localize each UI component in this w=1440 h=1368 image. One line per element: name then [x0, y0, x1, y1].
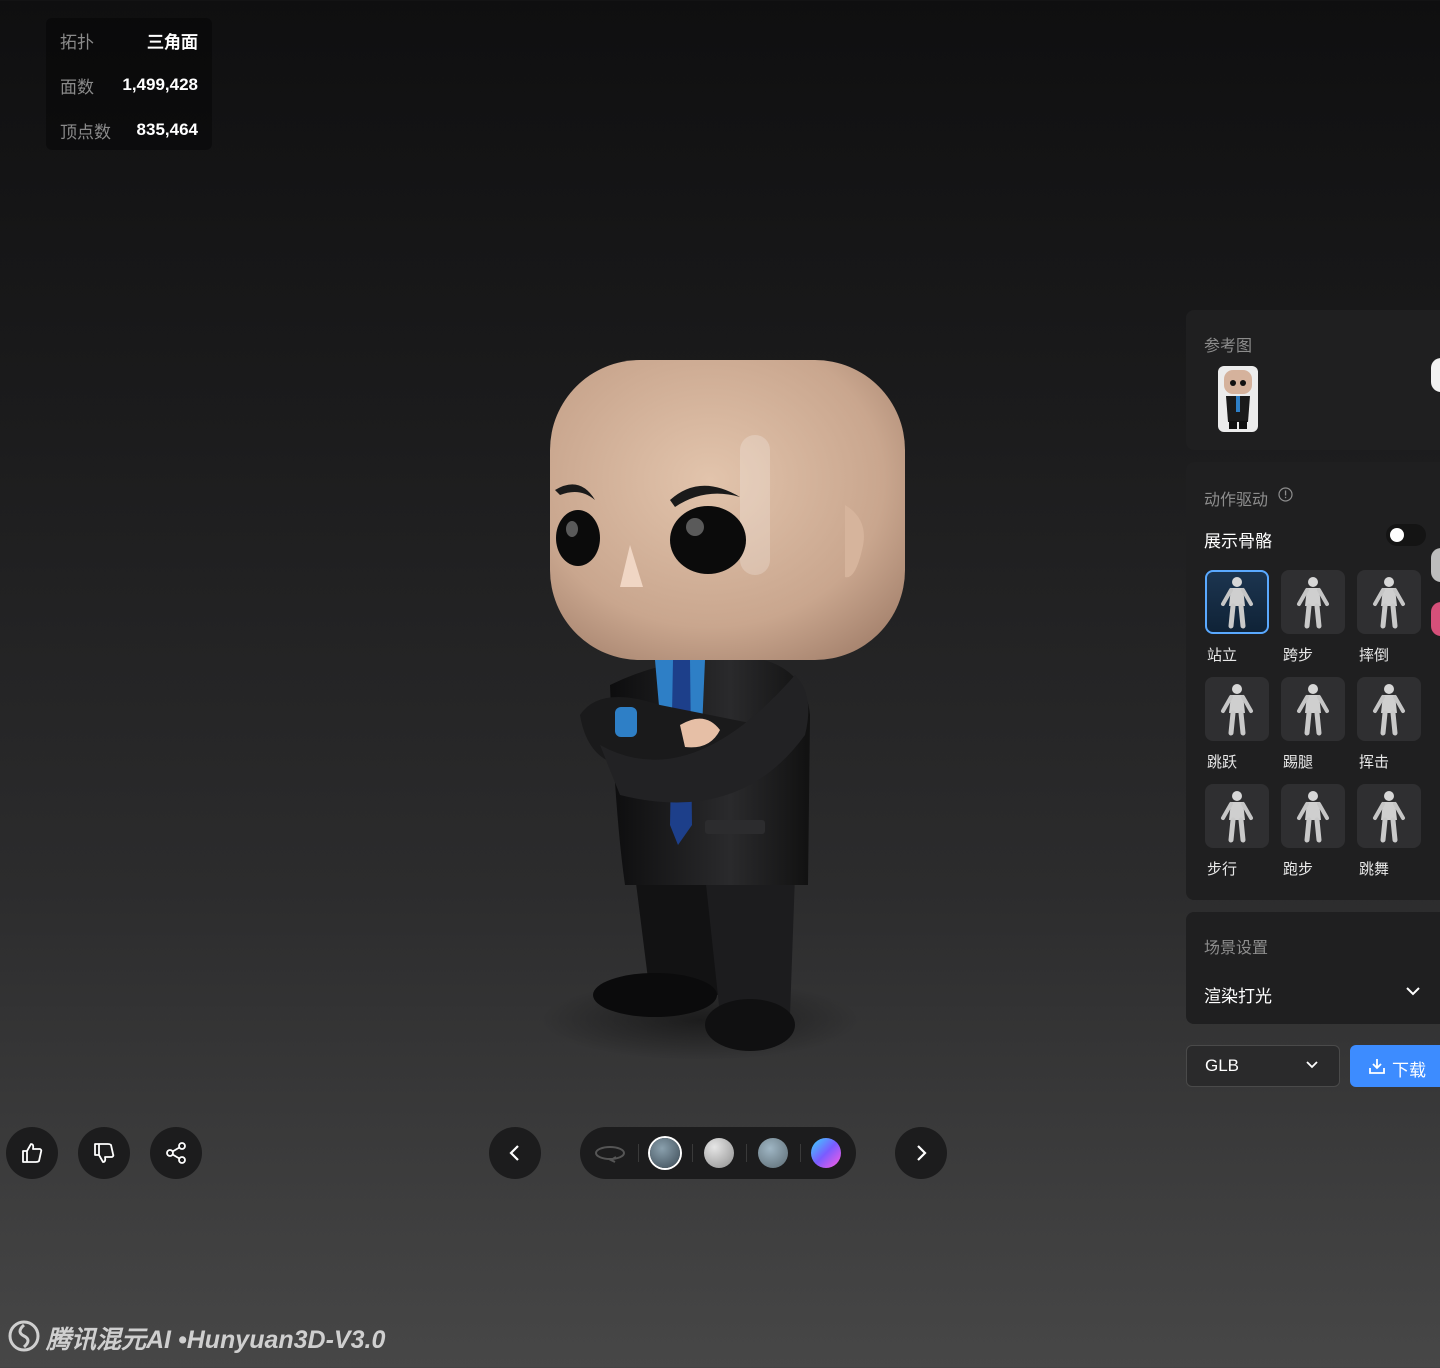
motion-driver-title: 动作驱动 — [1204, 492, 1269, 509]
scene-settings-title: 场景设置 — [1204, 940, 1269, 957]
rotate-icon[interactable] — [594, 1141, 628, 1165]
divider — [800, 1144, 801, 1162]
side-edge-button[interactable] — [1431, 602, 1440, 636]
material-normal-map[interactable] — [758, 1138, 788, 1168]
download-icon — [1369, 1059, 1385, 1074]
show-skeleton-label: 展示骨骼 — [1204, 532, 1272, 551]
figure-icon — [1373, 684, 1405, 736]
reference-title: 参考图 — [1204, 338, 1253, 355]
stat-value: 三角面 — [147, 32, 198, 52]
divider — [692, 1144, 693, 1162]
stat-vertices: 顶点数 835,464 — [60, 118, 198, 142]
figure-icon — [1373, 791, 1405, 843]
material-textured[interactable] — [650, 1138, 680, 1168]
figure-icon — [1221, 684, 1253, 736]
share-icon — [166, 1142, 186, 1164]
figure-icon — [1297, 791, 1329, 843]
chevron-down-icon — [1306, 1061, 1318, 1069]
motion-option[interactable] — [1281, 677, 1345, 741]
stat-label: 面数 — [60, 77, 94, 97]
previous-button[interactable] — [489, 1127, 541, 1179]
stat-label: 拓扑 — [60, 32, 94, 52]
watermark: 腾讯混元AI •Hunyuan3D-V3.0 — [46, 1326, 386, 1354]
material-gradient[interactable] — [811, 1138, 841, 1168]
figure-icon — [1221, 791, 1253, 843]
material-white-clay[interactable] — [704, 1138, 734, 1168]
stat-value: 835,464 — [136, 120, 198, 139]
motion-option-label: 站立 — [1207, 647, 1238, 664]
3d-model-viewport[interactable] — [540, 355, 920, 1065]
scene-settings-panel: 场景设置 — [1186, 912, 1440, 1024]
motion-option-label: 跨步 — [1283, 647, 1314, 664]
stat-value: 1,499,428 — [122, 75, 198, 94]
reference-image-thumbnail[interactable] — [1218, 366, 1258, 432]
stat-faces: 面数 1,499,428 — [60, 73, 198, 97]
like-button[interactable] — [6, 1127, 58, 1179]
next-button[interactable] — [895, 1127, 947, 1179]
info-circle-icon[interactable] — [1278, 487, 1293, 502]
motion-option-label: 跳跃 — [1207, 754, 1238, 771]
figure-icon — [1297, 684, 1329, 736]
motion-option-label: 摔倒 — [1359, 647, 1390, 664]
collapse-handle[interactable] — [1431, 358, 1440, 392]
thumbs-up-icon — [22, 1143, 43, 1163]
figure-icon — [1373, 577, 1405, 629]
chevron-left-icon — [509, 1145, 519, 1161]
format-select[interactable]: GLB — [1186, 1045, 1340, 1087]
divider — [746, 1144, 747, 1162]
motion-option[interactable] — [1281, 784, 1345, 848]
motion-option[interactable] — [1357, 570, 1421, 634]
motion-option-label: 跳舞 — [1359, 861, 1390, 878]
motion-option[interactable] — [1357, 784, 1421, 848]
reference-panel: 参考图 — [1186, 310, 1440, 450]
motion-option-label: 跑步 — [1283, 861, 1314, 878]
download-label: 下载 — [1392, 1061, 1426, 1080]
chevron-right-icon — [917, 1145, 927, 1161]
motion-option[interactable] — [1281, 570, 1345, 634]
divider — [638, 1144, 639, 1162]
motion-option-label: 步行 — [1207, 861, 1238, 878]
motion-option-label: 踢腿 — [1283, 754, 1314, 771]
show-skeleton-toggle[interactable] — [1386, 524, 1426, 546]
dislike-button[interactable] — [78, 1127, 130, 1179]
share-button[interactable] — [150, 1127, 202, 1179]
download-button[interactable]: 下载 — [1350, 1045, 1440, 1087]
lighting-select[interactable]: 渲染打光 — [1204, 982, 1272, 1007]
motion-option[interactable] — [1205, 677, 1269, 741]
figure-icon — [1297, 577, 1329, 629]
side-edge-button[interactable] — [1431, 548, 1440, 582]
hunyuan-logo-icon — [8, 1320, 40, 1352]
stat-topology: 拓扑 三角面 — [60, 28, 198, 52]
motion-option[interactable] — [1357, 677, 1421, 741]
figure-icon — [1221, 577, 1253, 629]
motion-option[interactable] — [1205, 784, 1269, 848]
motion-option-label: 挥击 — [1359, 754, 1390, 771]
material-switcher — [580, 1127, 856, 1179]
motion-option[interactable] — [1205, 570, 1269, 634]
stat-label: 顶点数 — [60, 122, 111, 142]
chevron-down-icon[interactable] — [1405, 985, 1421, 997]
toggle-knob — [1390, 528, 1404, 542]
model-stats: 拓扑 三角面 面数 1,499,428 顶点数 835,464 — [46, 18, 212, 150]
format-value: GLB — [1205, 1056, 1240, 1075]
thumbs-down-icon — [94, 1143, 115, 1163]
